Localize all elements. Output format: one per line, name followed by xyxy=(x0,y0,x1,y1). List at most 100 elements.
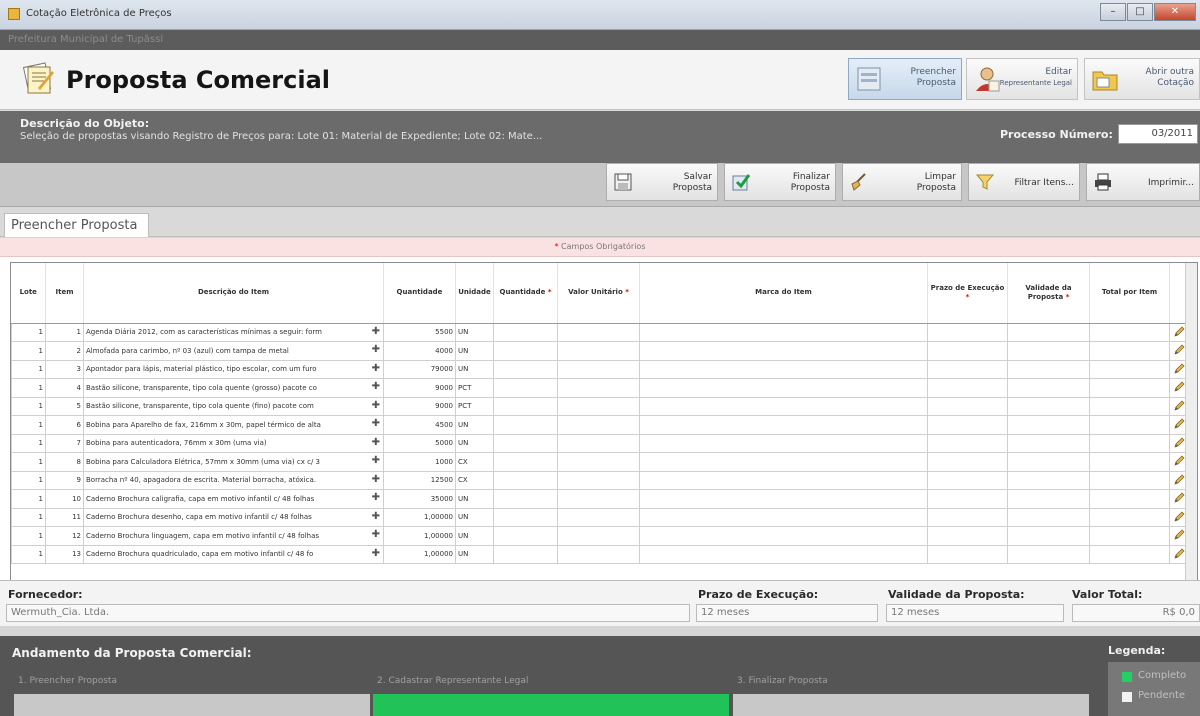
expand-description-icon[interactable]: ✚ xyxy=(372,455,380,466)
expand-description-icon[interactable]: ✚ xyxy=(372,474,380,485)
cell-proposal-validity[interactable] xyxy=(1007,433,1090,453)
expand-description-icon[interactable]: ✚ xyxy=(372,418,380,429)
cell-brand[interactable] xyxy=(639,526,928,546)
cell-unit-value[interactable] xyxy=(557,341,640,361)
col-header-item-total[interactable]: Total por Item xyxy=(1089,263,1170,324)
table-row[interactable]: 1 9 Borracha nº 40, apagadora de escrita. … xyxy=(11,470,1197,490)
close-button[interactable]: ✕ xyxy=(1154,3,1196,21)
execution-term-field[interactable]: 12 meses xyxy=(696,604,878,622)
cell-quantity-offered[interactable] xyxy=(493,489,558,509)
expand-description-icon[interactable]: ✚ xyxy=(372,363,380,374)
expand-description-icon[interactable]: ✚ xyxy=(372,511,380,522)
col-header-quantity-offered[interactable]: Quantidade * xyxy=(493,263,558,324)
cell-quantity-offered[interactable] xyxy=(493,396,558,416)
table-row[interactable]: 1 6 Bobina para Aparelho de fax, 216mm x 3… xyxy=(11,415,1197,435)
table-row[interactable]: 1 5 Bastão silicone, transparente, tipo co… xyxy=(11,396,1197,416)
cell-proposal-validity[interactable] xyxy=(1007,544,1090,564)
cell-execution-term[interactable] xyxy=(927,526,1008,546)
cell-brand[interactable] xyxy=(639,489,928,509)
cell-quantity-offered[interactable] xyxy=(493,470,558,490)
cell-brand[interactable] xyxy=(639,322,928,342)
cell-proposal-validity[interactable] xyxy=(1007,470,1090,490)
save-proposal-button[interactable]: Salvar Proposta xyxy=(606,163,718,201)
cell-proposal-validity[interactable] xyxy=(1007,396,1090,416)
cell-proposal-validity[interactable] xyxy=(1007,341,1090,361)
grid-vertical-scrollbar[interactable] xyxy=(1185,263,1197,580)
table-row[interactable]: 1 11 Caderno Brochura desenho, capa em mot… xyxy=(11,507,1197,527)
col-header-execution-term[interactable]: Prazo de Execução * xyxy=(927,263,1008,324)
col-header-brand[interactable]: Marca do Item xyxy=(639,263,928,324)
cell-quantity-offered[interactable] xyxy=(493,507,558,527)
cell-brand[interactable] xyxy=(639,359,928,379)
cell-proposal-validity[interactable] xyxy=(1007,507,1090,527)
cell-execution-term[interactable] xyxy=(927,489,1008,509)
col-header-unit[interactable]: Unidade xyxy=(455,263,494,324)
table-row[interactable]: 1 7 Bobina para autenticadora, 76mm x 30m … xyxy=(11,433,1197,453)
cell-brand[interactable] xyxy=(639,396,928,416)
cell-unit-value[interactable] xyxy=(557,489,640,509)
cell-quantity-offered[interactable] xyxy=(493,452,558,472)
table-row[interactable]: 1 13 Caderno Brochura quadriculado, capa e… xyxy=(11,544,1197,564)
cell-quantity-offered[interactable] xyxy=(493,544,558,564)
cell-unit-value[interactable] xyxy=(557,378,640,398)
table-row[interactable]: 1 8 Bobina para Calculadora Elétrica, 57mm… xyxy=(11,452,1197,472)
process-number-field[interactable]: 03/2011 xyxy=(1118,124,1198,144)
cell-proposal-validity[interactable] xyxy=(1007,415,1090,435)
edit-legal-representative-button[interactable]: Editar Representante Legal xyxy=(966,58,1078,100)
cell-proposal-validity[interactable] xyxy=(1007,359,1090,379)
tab-fill-proposal[interactable]: Preencher Proposta xyxy=(4,213,149,238)
expand-description-icon[interactable]: ✚ xyxy=(372,437,380,448)
maximize-button[interactable]: □ xyxy=(1127,3,1153,21)
cell-execution-term[interactable] xyxy=(927,415,1008,435)
table-row[interactable]: 1 4 Bastão silicone, transparente, tipo co… xyxy=(11,378,1197,398)
cell-brand[interactable] xyxy=(639,507,928,527)
cell-unit-value[interactable] xyxy=(557,359,640,379)
cell-execution-term[interactable] xyxy=(927,544,1008,564)
open-other-quotation-button[interactable]: Abrir outra Cotação xyxy=(1084,58,1200,100)
expand-description-icon[interactable]: ✚ xyxy=(372,381,380,392)
cell-unit-value[interactable] xyxy=(557,433,640,453)
cell-brand[interactable] xyxy=(639,470,928,490)
cell-quantity-offered[interactable] xyxy=(493,378,558,398)
col-header-proposal-validity[interactable]: Validade da Proposta * xyxy=(1007,263,1090,324)
cell-proposal-validity[interactable] xyxy=(1007,322,1090,342)
col-header-unit-value[interactable]: Valor Unitário * xyxy=(557,263,640,324)
cell-quantity-offered[interactable] xyxy=(493,359,558,379)
cell-proposal-validity[interactable] xyxy=(1007,489,1090,509)
cell-execution-term[interactable] xyxy=(927,470,1008,490)
cell-quantity-offered[interactable] xyxy=(493,526,558,546)
cell-proposal-validity[interactable] xyxy=(1007,378,1090,398)
cell-brand[interactable] xyxy=(639,341,928,361)
cell-unit-value[interactable] xyxy=(557,526,640,546)
print-button[interactable]: Imprimir... xyxy=(1086,163,1200,201)
cell-quantity-offered[interactable] xyxy=(493,415,558,435)
expand-description-icon[interactable]: ✚ xyxy=(372,326,380,337)
expand-description-icon[interactable]: ✚ xyxy=(372,548,380,559)
cell-unit-value[interactable] xyxy=(557,396,640,416)
cell-brand[interactable] xyxy=(639,378,928,398)
cell-proposal-validity[interactable] xyxy=(1007,452,1090,472)
filter-items-button[interactable]: Filtrar Itens... xyxy=(968,163,1080,201)
fill-proposal-button[interactable]: Preencher Proposta xyxy=(848,58,962,100)
col-header-quantity[interactable]: Quantidade xyxy=(383,263,456,324)
cell-quantity-offered[interactable] xyxy=(493,433,558,453)
expand-description-icon[interactable]: ✚ xyxy=(372,400,380,411)
clear-proposal-button[interactable]: Limpar Proposta xyxy=(842,163,962,201)
cell-execution-term[interactable] xyxy=(927,396,1008,416)
cell-unit-value[interactable] xyxy=(557,544,640,564)
cell-unit-value[interactable] xyxy=(557,452,640,472)
cell-execution-term[interactable] xyxy=(927,322,1008,342)
cell-execution-term[interactable] xyxy=(927,341,1008,361)
expand-description-icon[interactable]: ✚ xyxy=(372,492,380,503)
col-header-lote[interactable]: Lote xyxy=(11,263,46,324)
minimize-button[interactable]: – xyxy=(1100,3,1126,21)
cell-execution-term[interactable] xyxy=(927,359,1008,379)
table-row[interactable]: 1 2 Almofada para carimbo, nº 03 (azul) co… xyxy=(11,341,1197,361)
table-row[interactable]: 1 10 Caderno Brochura caligrafia, capa em … xyxy=(11,489,1197,509)
cell-quantity-offered[interactable] xyxy=(493,322,558,342)
cell-brand[interactable] xyxy=(639,452,928,472)
table-row[interactable]: 1 12 Caderno Brochura linguagem, capa em m… xyxy=(11,526,1197,546)
expand-description-icon[interactable]: ✚ xyxy=(372,529,380,540)
cell-quantity-offered[interactable] xyxy=(493,341,558,361)
col-header-item[interactable]: Item xyxy=(45,263,84,324)
